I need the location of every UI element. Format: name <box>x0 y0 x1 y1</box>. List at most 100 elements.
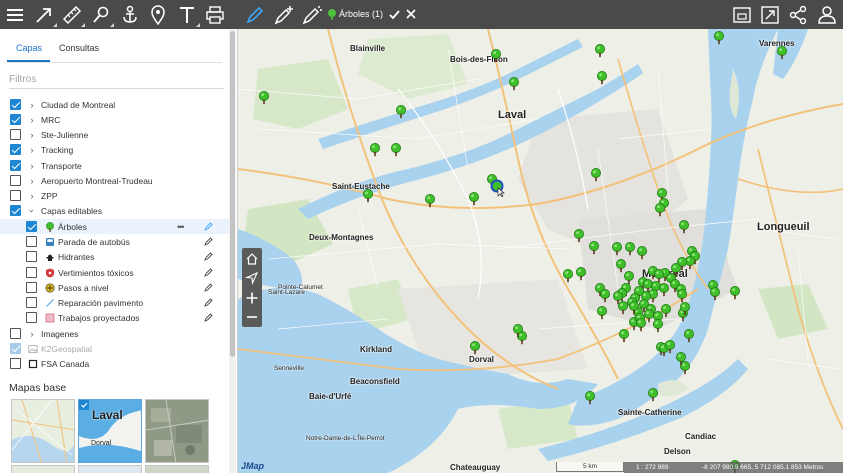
tree-icon[interactable] <box>395 105 407 119</box>
locate-arrow-icon[interactable] <box>242 268 262 287</box>
tree-icon[interactable] <box>713 31 725 45</box>
panel-scrollbar[interactable] <box>229 29 236 473</box>
layer-checkbox[interactable] <box>26 221 37 232</box>
layer-checkbox[interactable] <box>10 358 21 369</box>
tree-icon[interactable] <box>362 189 374 203</box>
tree-icon[interactable] <box>709 287 721 301</box>
layer-checkbox[interactable] <box>10 129 21 140</box>
chevron-right-icon[interactable]: › <box>28 191 36 201</box>
layer-row-hidrantes[interactable]: Hidrantes <box>0 249 229 264</box>
layer-checkbox[interactable] <box>26 312 37 323</box>
tree-icon[interactable] <box>618 329 630 343</box>
tree-icon[interactable] <box>676 289 688 303</box>
measure-arrow-icon[interactable] <box>31 2 57 27</box>
layer-row-imagenes[interactable]: › Imagenes <box>0 326 229 341</box>
map-canvas[interactable] <box>238 29 843 473</box>
layer-row-parada-autobus[interactable]: Parada de autobús <box>0 234 229 249</box>
close-icon[interactable] <box>405 8 417 20</box>
active-layer-chip[interactable]: Árboles (1) <box>327 6 417 22</box>
chevron-right-icon[interactable]: › <box>28 176 36 186</box>
tree-icon[interactable] <box>512 324 524 338</box>
layer-checkbox[interactable] <box>26 282 37 293</box>
tree-icon[interactable] <box>654 203 666 217</box>
tree-icon[interactable] <box>369 143 381 157</box>
tree-icon[interactable] <box>424 194 436 208</box>
layer-row-trabajos[interactable]: Trabajos proyectados <box>0 310 229 325</box>
tree-icon[interactable] <box>562 269 574 283</box>
anchor-icon[interactable] <box>117 2 143 27</box>
layer-row-mrc[interactable]: › MRC <box>0 112 229 127</box>
chevron-right-icon[interactable]: › <box>28 115 36 125</box>
tree-icon[interactable] <box>594 44 606 58</box>
zoom-out-icon[interactable] <box>242 307 262 326</box>
chevron-right-icon[interactable]: › <box>28 130 36 140</box>
tree-icon[interactable] <box>683 329 695 343</box>
user-icon[interactable] <box>814 2 840 27</box>
tree-icon[interactable] <box>624 242 636 256</box>
tree-icon[interactable] <box>490 49 502 63</box>
tree-icon[interactable] <box>596 71 608 85</box>
tree-icon[interactable] <box>258 91 270 105</box>
edit-pencil-icon[interactable] <box>204 237 213 246</box>
layer-row-arboles[interactable]: Árboles ••• <box>0 219 229 234</box>
edit-pencil-icon[interactable] <box>204 283 213 292</box>
layer-checkbox[interactable] <box>26 267 37 278</box>
pen-icon[interactable] <box>242 2 268 27</box>
chevron-down-icon[interactable]: › <box>27 207 37 215</box>
chevron-right-icon[interactable]: › <box>28 161 36 171</box>
more-options-icon[interactable]: ••• <box>177 222 185 232</box>
edit-pencil-icon[interactable] <box>204 252 213 261</box>
layer-checkbox[interactable] <box>10 175 21 186</box>
panel-scroll-thumb[interactable] <box>230 31 235 357</box>
select-pin-icon[interactable] <box>88 2 114 27</box>
chevron-right-icon[interactable]: › <box>28 100 36 110</box>
layer-checkbox[interactable] <box>10 144 21 155</box>
layer-checkbox[interactable] <box>10 205 21 216</box>
tree-icon[interactable] <box>611 242 623 256</box>
filter-input[interactable] <box>9 71 224 89</box>
basemap-thumb-row2-a[interactable] <box>11 465 75 473</box>
tree-icon[interactable] <box>599 289 611 303</box>
print-icon[interactable] <box>202 2 228 27</box>
tree-icon[interactable] <box>469 341 481 355</box>
tree-icon[interactable] <box>776 46 788 60</box>
layer-checkbox[interactable] <box>10 343 21 354</box>
edit-pencil-icon[interactable] <box>204 222 213 231</box>
tree-icon[interactable] <box>590 168 602 182</box>
layer-row-fsa-canada[interactable]: FSA Canada <box>0 356 229 371</box>
tree-icon[interactable] <box>647 388 659 402</box>
tree-icon[interactable] <box>679 302 691 316</box>
layer-row-aeropuerto[interactable]: › Aeropuerto Montreal-Trudeau <box>0 173 229 188</box>
basemap-thumb-imagery[interactable] <box>145 399 209 463</box>
layer-row-vertimientos[interactable]: Vertimientos tóxicos <box>0 265 229 280</box>
layer-checkbox[interactable] <box>26 297 37 308</box>
edit-pencil-icon[interactable] <box>204 268 213 277</box>
pen-dots-icon[interactable] <box>299 2 325 27</box>
menu-icon[interactable] <box>2 2 28 27</box>
text-tool-icon[interactable] <box>174 2 200 27</box>
layer-row-pasos-nivel[interactable]: Pasos a nivel <box>0 280 229 295</box>
window-icon[interactable] <box>729 2 755 27</box>
tree-icon[interactable] <box>652 319 664 333</box>
layer-row-k2geospatial[interactable]: K2Geospatial <box>0 341 229 356</box>
edit-pencil-icon[interactable] <box>204 298 213 307</box>
tree-icon[interactable] <box>508 77 520 91</box>
tab-consultas[interactable]: Consultas <box>59 43 99 53</box>
tree-icon[interactable] <box>390 143 402 157</box>
selected-feature-marker[interactable] <box>490 179 506 197</box>
confirm-icon[interactable] <box>388 8 401 21</box>
layer-row-ste-julienne[interactable]: › Ste-Julienne <box>0 127 229 142</box>
tree-icon[interactable] <box>573 229 585 243</box>
tree-icon[interactable] <box>636 246 648 260</box>
layer-checkbox[interactable] <box>26 236 37 247</box>
location-pin-icon[interactable] <box>145 2 171 27</box>
chevron-right-icon[interactable]: › <box>28 329 36 339</box>
layer-row-zpp[interactable]: › ZPP <box>0 188 229 203</box>
pen-plus-icon[interactable] <box>271 2 297 27</box>
tree-icon[interactable] <box>675 352 687 366</box>
layer-checkbox[interactable] <box>10 114 21 125</box>
ruler-icon[interactable] <box>59 2 85 27</box>
fullscreen-icon[interactable] <box>757 2 783 27</box>
tab-capas[interactable]: Capas <box>16 43 42 53</box>
basemap-thumb-streets[interactable] <box>11 399 75 463</box>
